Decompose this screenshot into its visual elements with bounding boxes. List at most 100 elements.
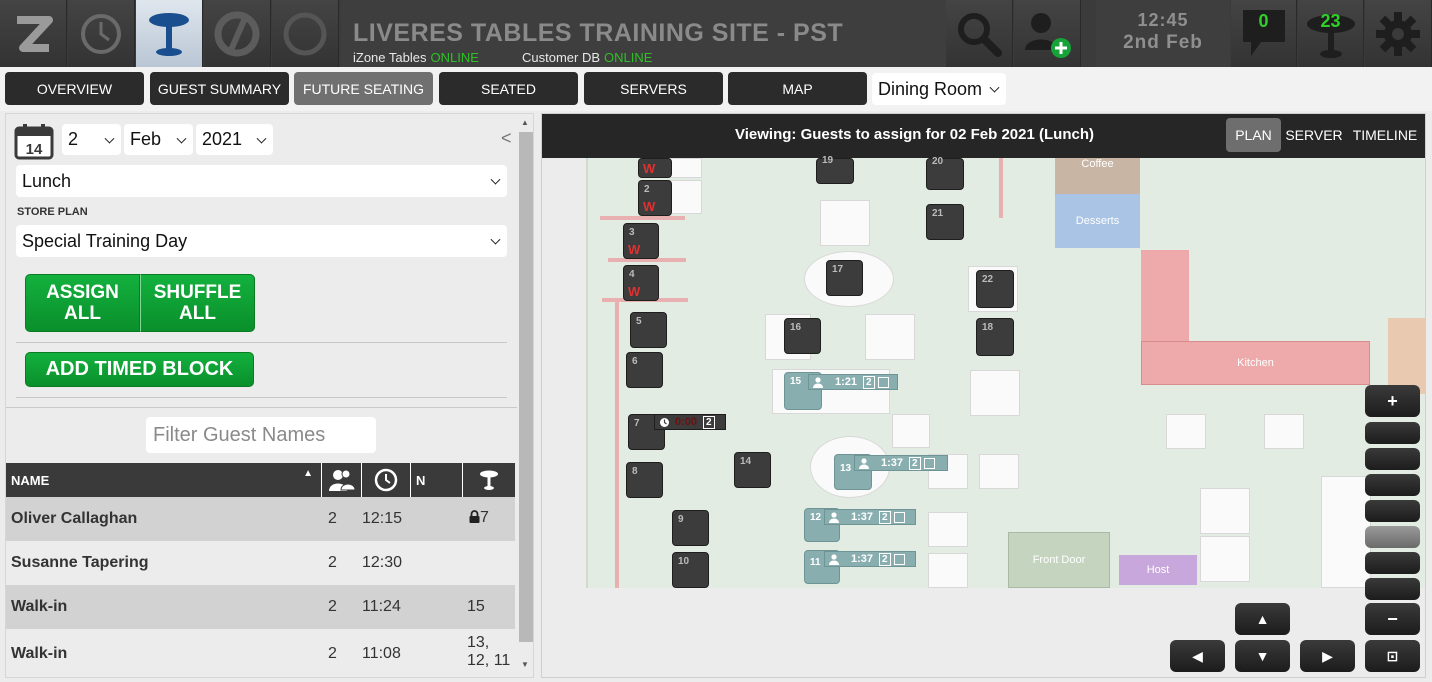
add-user-icon[interactable] bbox=[1014, 0, 1081, 67]
table-13-booking[interactable]: 1:37 2 bbox=[854, 455, 948, 471]
column-name[interactable]: NAME ▲ bbox=[6, 463, 322, 497]
clock-icon bbox=[660, 417, 669, 427]
scrollbar-thumb[interactable] bbox=[519, 132, 533, 642]
table-1[interactable]: W bbox=[638, 158, 672, 178]
shuffle-all-button[interactable]: SHUFFLE ALL bbox=[140, 274, 255, 332]
slash-circle-icon[interactable] bbox=[204, 0, 271, 67]
seat bbox=[928, 512, 968, 547]
divider bbox=[16, 397, 507, 398]
table-11-booking[interactable]: 1:37 2 bbox=[824, 551, 916, 567]
table-21[interactable]: 21 bbox=[926, 204, 964, 240]
zoom-out-button[interactable]: − bbox=[1365, 603, 1420, 635]
table-20[interactable]: 20 bbox=[926, 156, 964, 190]
tab-seated[interactable]: SEATED bbox=[439, 72, 578, 105]
search-icon[interactable] bbox=[946, 0, 1013, 67]
view-tab-server[interactable]: SERVER bbox=[1283, 118, 1345, 152]
top-bar: LIVERES TABLES TRAINING SITE - PST iZone… bbox=[0, 0, 1432, 67]
table-number: 5 bbox=[636, 316, 642, 327]
calendar-icon[interactable]: 14 bbox=[14, 124, 54, 160]
shuffle-all-line2: ALL bbox=[179, 303, 216, 324]
table-7-booking[interactable]: 0:00 2 bbox=[654, 414, 726, 430]
table-2[interactable]: 2W bbox=[638, 180, 672, 216]
table-10[interactable]: 10 bbox=[672, 552, 709, 588]
tab-overview[interactable]: OVERVIEW bbox=[5, 72, 144, 105]
column-covers[interactable] bbox=[322, 463, 362, 497]
pan-right-button[interactable]: ▶ bbox=[1300, 640, 1355, 672]
ring-icon[interactable] bbox=[272, 0, 339, 67]
table-row[interactable]: Walk-in 2 11:08 13, 12, 11 bbox=[6, 629, 515, 677]
collapse-panel-button[interactable]: < bbox=[501, 128, 512, 149]
tab-guest-summary[interactable]: GUEST SUMMARY bbox=[150, 72, 289, 105]
table-6[interactable]: 6 bbox=[626, 352, 663, 388]
zone-kitchen-upper bbox=[1141, 250, 1189, 342]
lock-icon bbox=[469, 510, 480, 523]
table-number: 6 bbox=[632, 356, 638, 367]
booking-covers: 2 bbox=[879, 510, 891, 524]
table-3[interactable]: 3W bbox=[623, 223, 659, 259]
zone-host: Host bbox=[1119, 555, 1197, 585]
year-select[interactable]: 2021 bbox=[196, 124, 273, 155]
zoom-level-3[interactable] bbox=[1365, 474, 1420, 496]
tab-map[interactable]: MAP bbox=[728, 72, 867, 105]
table-18[interactable]: 18 bbox=[976, 318, 1014, 356]
table-row[interactable]: Walk-in 2 11:24 15 bbox=[6, 585, 515, 629]
column-n[interactable]: N bbox=[411, 463, 463, 497]
table-15-booking[interactable]: 1:21 2 bbox=[808, 374, 898, 390]
column-time[interactable] bbox=[362, 463, 411, 497]
tab-future-seating[interactable]: FUTURE SEATING bbox=[294, 72, 433, 105]
seat bbox=[979, 454, 1019, 489]
room-select[interactable]: Dining Room bbox=[872, 73, 1006, 105]
seat bbox=[970, 370, 1020, 416]
booking-box bbox=[893, 511, 905, 523]
pan-left-button[interactable]: ◀ bbox=[1170, 640, 1225, 672]
filter-guest-names-input[interactable] bbox=[146, 417, 376, 453]
assign-all-button[interactable]: ASSIGN ALL bbox=[25, 274, 140, 332]
zone-kitchen-label: Kitchen bbox=[1237, 357, 1274, 369]
zoom-level-4[interactable] bbox=[1365, 500, 1420, 522]
pan-up-button[interactable]: ▲ bbox=[1235, 603, 1290, 635]
table-icon[interactable] bbox=[136, 0, 203, 67]
service-select[interactable]: Lunch bbox=[16, 165, 507, 197]
table-row[interactable]: Oliver Callaghan 2 12:15 7 bbox=[6, 497, 515, 541]
tables-counter[interactable]: 23 bbox=[1298, 0, 1364, 67]
gear-icon[interactable] bbox=[1365, 0, 1432, 67]
messages-counter[interactable]: 0 bbox=[1231, 0, 1297, 67]
zoom-level-6[interactable] bbox=[1365, 552, 1420, 574]
zoom-level-2[interactable] bbox=[1365, 448, 1420, 470]
table-number: 20 bbox=[932, 156, 944, 167]
pan-down-button[interactable]: ▼ bbox=[1235, 640, 1290, 672]
table-14[interactable]: 14 bbox=[734, 452, 771, 488]
table-5[interactable]: 5 bbox=[630, 312, 667, 348]
zoom-level-current[interactable] bbox=[1365, 526, 1420, 548]
month-select[interactable]: Feb bbox=[124, 124, 193, 155]
zoom-level-7[interactable] bbox=[1365, 578, 1420, 600]
add-timed-block-button[interactable]: ADD TIMED BLOCK bbox=[25, 352, 254, 387]
day-select[interactable]: 2 bbox=[62, 124, 121, 155]
table-4[interactable]: 4W bbox=[623, 265, 659, 301]
store-plan-select[interactable]: Special Training Day bbox=[16, 225, 507, 257]
view-tab-timeline[interactable]: TIMELINE bbox=[1348, 118, 1422, 152]
scroll-up-icon[interactable]: ▲ bbox=[521, 118, 529, 127]
zoom-in-button[interactable]: + bbox=[1365, 385, 1420, 417]
fit-to-screen-button[interactable]: ⊡ bbox=[1365, 640, 1420, 672]
partition bbox=[999, 158, 1003, 218]
tab-servers[interactable]: SERVERS bbox=[584, 72, 723, 105]
clock-icon[interactable] bbox=[68, 0, 135, 67]
scroll-down-icon[interactable]: ▼ bbox=[521, 660, 529, 669]
chevron-down-icon bbox=[989, 82, 1000, 93]
table-row[interactable]: Susanne Tapering 2 12:30 bbox=[6, 541, 515, 585]
zoom-level-1[interactable] bbox=[1365, 422, 1420, 444]
table-12-booking[interactable]: 1:37 2 bbox=[824, 509, 916, 525]
table-9[interactable]: 9 bbox=[672, 510, 709, 546]
table-17[interactable]: 17 bbox=[826, 260, 863, 296]
guest-icon bbox=[829, 553, 839, 565]
view-tab-plan[interactable]: PLAN bbox=[1226, 118, 1281, 152]
izone-logo-icon[interactable] bbox=[0, 0, 67, 67]
table-19[interactable]: 19 bbox=[816, 155, 854, 184]
table-22[interactable]: 22 bbox=[976, 270, 1014, 308]
column-table[interactable] bbox=[463, 463, 515, 497]
table-16[interactable]: 16 bbox=[784, 318, 821, 354]
table-8[interactable]: 8 bbox=[626, 462, 663, 498]
chevron-down-icon bbox=[490, 234, 501, 245]
zone-host-label: Host bbox=[1146, 564, 1170, 576]
